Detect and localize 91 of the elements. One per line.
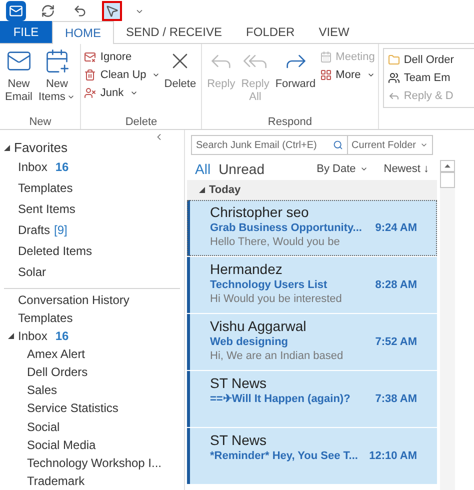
person-x-icon <box>84 87 96 99</box>
quick-step-button[interactable]: Dell Order <box>388 51 474 69</box>
message-sender: Vishu Aggarwal <box>210 318 308 335</box>
mail-button[interactable]: New Email <box>3 44 35 114</box>
folder-item[interactable]: Templates <box>0 308 184 327</box>
message-sender: Hermandez <box>210 261 284 278</box>
search-scope-dropdown[interactable]: Current Folder <box>346 135 433 155</box>
message-item[interactable]: Vishu Aggarwal Web designing 7:52 AM Hi, We are an Indian based <box>187 314 437 370</box>
folder-item[interactable]: Social <box>0 417 184 436</box>
trash-icon <box>84 69 96 81</box>
folder-item[interactable]: Inbox 16 <box>0 158 184 176</box>
message-item[interactable]: ST News *Reminder* Hey, You See T... 12:10 AM <box>187 428 437 484</box>
folder-item[interactable]: Trademark <box>0 472 184 490</box>
folder-item[interactable]: Dell Orders <box>0 363 184 382</box>
items-button[interactable]: New Items <box>36 44 78 114</box>
message-subject: Technology Users List <box>210 278 328 292</box>
folder-item[interactable]: Solar <box>0 262 184 282</box>
group-label: Delete <box>124 115 158 129</box>
quick-step-button[interactable]: Team Em <box>388 69 474 87</box>
delete-button[interactable]: Delete <box>162 44 198 114</box>
search-field[interactable]: Search Junk Email (Ctrl+E) <box>191 135 347 155</box>
unread-count: 16 <box>55 328 69 345</box>
message-time: 12:10 AM <box>369 449 417 463</box>
folder-icon <box>388 54 400 66</box>
message-time: 8:28 AM <box>375 278 417 292</box>
folder-item[interactable]: Inbox 16 <box>0 326 184 345</box>
unread-count: 16 <box>55 159 69 176</box>
folder-item[interactable]: Social Media <box>0 436 184 454</box>
cleanup-button[interactable]: Clean Up <box>84 66 160 84</box>
message-item[interactable]: ST News ==✈Will It Happen (again)? 7:38 AM <box>187 371 437 427</box>
group-label: New <box>28 115 52 129</box>
message-time: 7:38 AM <box>375 392 417 406</box>
folder-item[interactable]: Conversation History <box>0 290 184 309</box>
draft-count: [9] <box>54 222 68 239</box>
message-time: 7:52 AM <box>375 335 417 349</box>
group-header[interactable]: Today <box>187 180 437 200</box>
scrollbar-thumb[interactable] <box>440 172 455 188</box>
caret-icon <box>152 71 160 79</box>
folder-item[interactable]: Sales <box>0 381 184 400</box>
message-subject: *Reminder* Hey, You See T... <box>210 449 358 463</box>
ribbon-tab[interactable]: FOLDER <box>234 21 307 43</box>
message-subject: Web designing <box>210 335 288 349</box>
message-subject: ==✈Will It Happen (again)? <box>210 392 350 406</box>
calendar-plus-icon <box>44 48 70 74</box>
app-logo-icon[interactable] <box>6 1 26 21</box>
message-preview: Hi Would you be interested <box>210 292 343 306</box>
grid-icon <box>320 69 332 81</box>
pointer-icon[interactable] <box>102 1 122 21</box>
folder-item[interactable]: Drafts [9] <box>0 220 184 240</box>
message-sender: ST News <box>210 375 268 392</box>
caret-icon <box>420 141 428 149</box>
calendar-icon <box>320 51 332 63</box>
sort-order-button[interactable]: Newest ↓ <box>384 160 429 178</box>
favorites-header[interactable]: Favorites <box>0 138 68 158</box>
ignore-button[interactable]: Ignore <box>84 48 160 66</box>
folder-item[interactable]: Service Statistics <box>0 399 184 418</box>
folder-item[interactable]: Deleted Items <box>0 242 184 260</box>
folder-item[interactable]: Amex Alert <box>0 344 184 364</box>
message-sender: Christopher seo <box>210 204 310 221</box>
expanded-triangle-icon[interactable] <box>4 144 10 151</box>
file-tab[interactable]: FILE <box>0 21 52 43</box>
scroll-up-icon[interactable] <box>440 160 455 172</box>
filter-tab[interactable]: Unread <box>218 158 264 180</box>
message-subject: Grab Business Opportunity... <box>210 221 362 235</box>
sort-dropdown[interactable]: By Date <box>316 160 368 178</box>
search-icon[interactable] <box>332 140 343 150</box>
caret-icon <box>130 89 138 97</box>
message-preview: Hello There, Would you be <box>210 235 341 249</box>
message-preview: Hi, We are an Indian based <box>210 349 344 363</box>
people-icon <box>388 72 400 84</box>
message-sender: ST News <box>210 432 268 449</box>
ribbon-tab[interactable]: HOME <box>52 21 114 44</box>
folder-item[interactable]: Templates <box>0 178 184 198</box>
filter-tab[interactable]: All <box>195 158 211 180</box>
message-item[interactable]: Christopher seo Grab Business Opportunity... 9:24 AM Hello There, Would you be <box>187 200 437 256</box>
reply-arrow-icon <box>388 90 400 102</box>
ribbon-tab[interactable]: SEND / RECEIVE <box>114 21 234 43</box>
caret-icon <box>360 165 368 173</box>
more-button[interactable]: More <box>320 66 375 84</box>
forward-button[interactable]: Forward <box>273 44 318 114</box>
message-time: 9:24 AM <box>375 221 417 235</box>
folder-item[interactable]: Technology Workshop I... <box>0 454 184 472</box>
junk-button[interactable]: Junk <box>84 84 160 102</box>
expanded-triangle-icon[interactable] <box>8 332 14 339</box>
envelope-x-icon <box>84 51 96 63</box>
ribbon-tab[interactable]: VIEW <box>306 21 362 43</box>
folder-item[interactable]: Sent Items <box>0 200 184 218</box>
group-label: Respond <box>266 115 313 129</box>
expanded-triangle-icon[interactable] <box>199 187 205 193</box>
message-item[interactable]: Hermandez Technology Users List 8:28 AM Hi Would you be interested <box>187 257 437 313</box>
caret-icon <box>366 71 375 79</box>
